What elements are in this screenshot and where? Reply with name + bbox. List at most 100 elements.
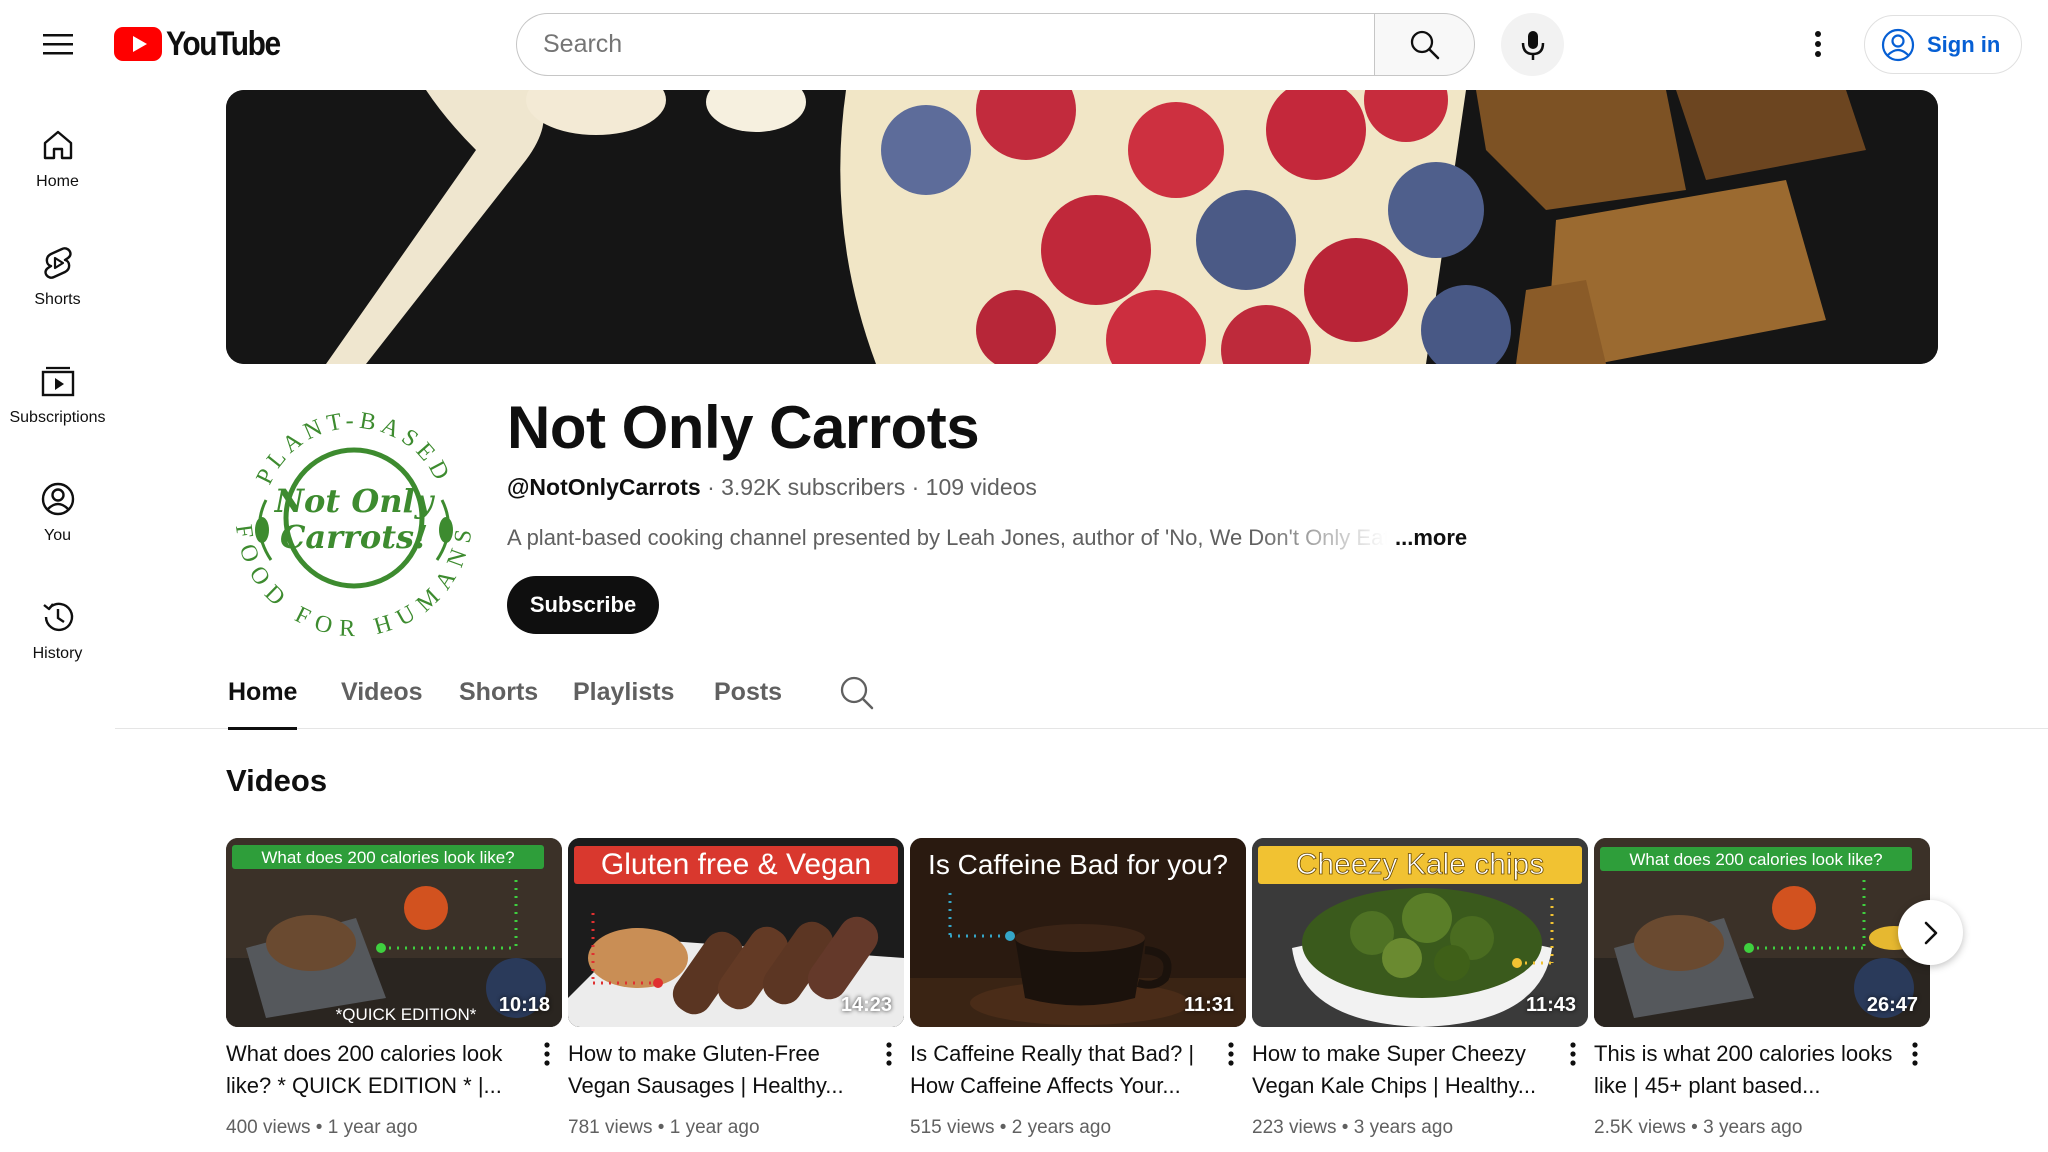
video-thumbnail[interactable]: What does 200 calories look like? 26:47 bbox=[1594, 838, 1930, 1027]
video-meta: 400 views • 1 year ago bbox=[226, 1117, 418, 1139]
video-meta: 2.5K views • 3 years ago bbox=[1594, 1117, 1802, 1139]
nav-label-history: History bbox=[32, 645, 83, 662]
channel-search-icon[interactable] bbox=[838, 674, 876, 712]
video-card[interactable]: Cheezy Kale chips 11:43 How to make Supe… bbox=[1252, 838, 1588, 1138]
tab-home[interactable]: Home bbox=[228, 656, 298, 730]
view-count: 223 views bbox=[1252, 1117, 1337, 1138]
meta-dot: • bbox=[999, 1117, 1007, 1138]
avatar-name-line2: Carrots! bbox=[280, 518, 428, 556]
channel-tabs: Home Videos Shorts Playlists Posts bbox=[115, 656, 2048, 730]
video-duration: 11:43 bbox=[1525, 994, 1576, 1016]
tab-shorts[interactable]: Shorts bbox=[459, 656, 538, 729]
thumbnail-caption: Is Caffeine Bad for you? bbox=[928, 849, 1228, 880]
avatar-name-line1: Not Only bbox=[274, 482, 436, 520]
channel-name: Not Only Carrots bbox=[507, 394, 980, 461]
thumbnail-caption: Gluten free & Vegan bbox=[601, 848, 871, 881]
view-count: 400 views bbox=[226, 1117, 311, 1138]
video-title[interactable]: Is Caffeine Really that Bad? | How Caffe… bbox=[910, 1038, 1210, 1102]
video-meta: 781 views • 1 year ago bbox=[568, 1117, 760, 1139]
thumbnail-subcaption: *QUICK EDITION* bbox=[336, 1005, 477, 1024]
sign-in-button[interactable]: Sign in bbox=[1864, 15, 2022, 74]
video-thumbnail[interactable]: What does 200 calories look like? *QUICK… bbox=[226, 838, 562, 1027]
view-count: 781 views bbox=[568, 1117, 653, 1138]
video-duration: 11:31 bbox=[1183, 994, 1234, 1016]
nav-item-home[interactable]: Home bbox=[0, 100, 115, 218]
video-thumbnail[interactable]: Cheezy Kale chips 11:43 bbox=[1252, 838, 1588, 1027]
video-title[interactable]: What does 200 calories look like? * QUIC… bbox=[226, 1038, 526, 1102]
video-meta: 515 views • 2 years ago bbox=[910, 1117, 1111, 1139]
search-box[interactable] bbox=[516, 13, 1375, 76]
video-age: 3 years ago bbox=[1703, 1117, 1803, 1138]
youtube-logo[interactable]: YouTube bbox=[114, 24, 295, 64]
subscribe-button[interactable]: Subscribe bbox=[507, 576, 659, 634]
view-count: 515 views bbox=[910, 1117, 995, 1138]
nav-item-shorts[interactable]: Shorts bbox=[0, 218, 115, 336]
view-count: 2.5K views bbox=[1594, 1117, 1686, 1138]
video-thumbnail[interactable]: Gluten free & Vegan 14:23 bbox=[568, 838, 904, 1027]
search-icon bbox=[1410, 30, 1439, 59]
youtube-play-icon bbox=[114, 27, 162, 61]
video-more-icon[interactable] bbox=[1902, 1038, 1928, 1070]
meta-dot: • bbox=[315, 1117, 323, 1138]
nav-label-shorts: Shorts bbox=[34, 291, 81, 308]
nav-label-home: Home bbox=[36, 173, 79, 190]
nav-item-subscriptions[interactable]: Subscriptions bbox=[0, 336, 115, 454]
hamburger-menu-icon[interactable] bbox=[34, 22, 82, 66]
channel-description-text: A plant-based cooking channel presented … bbox=[507, 525, 1387, 550]
video-duration: 14:23 bbox=[840, 994, 892, 1016]
meta-separator: · bbox=[707, 474, 715, 500]
tab-playlists[interactable]: Playlists bbox=[573, 656, 674, 729]
meta-dot: • bbox=[1691, 1117, 1698, 1138]
video-thumbnail[interactable]: Is Caffeine Bad for you? 11:31 bbox=[910, 838, 1246, 1027]
video-card[interactable]: Is Caffeine Bad for you? 11:31 Is Caffei… bbox=[910, 838, 1246, 1138]
youtube-wordmark: YouTube bbox=[166, 24, 281, 63]
nav-item-history[interactable]: History bbox=[0, 572, 115, 690]
video-duration: 10:18 bbox=[498, 994, 550, 1016]
settings-more-icon[interactable] bbox=[1800, 22, 1836, 66]
video-age: 1 year ago bbox=[327, 1117, 418, 1138]
meta-separator: · bbox=[911, 474, 920, 500]
video-more-icon[interactable] bbox=[1218, 1038, 1244, 1070]
meta-dot: • bbox=[657, 1117, 665, 1138]
shelf-next-button[interactable] bbox=[1898, 900, 1963, 965]
thumbnail-caption: What does 200 calories look like? bbox=[261, 848, 514, 867]
voice-search-button[interactable] bbox=[1501, 13, 1564, 76]
video-age: 3 years ago bbox=[1353, 1117, 1454, 1138]
channel-banner bbox=[226, 90, 1938, 364]
search-button[interactable] bbox=[1374, 13, 1475, 76]
video-title[interactable]: This is what 200 calories looks like | 4… bbox=[1594, 1038, 1894, 1102]
nav-label-subscriptions: Subscriptions bbox=[9, 409, 106, 426]
thumbnail-caption: What does 200 calories look like? bbox=[1629, 850, 1882, 869]
channel-meta: @NotOnlyCarrots · 3.92K subscribers · 10… bbox=[507, 474, 1037, 501]
side-navigation: Home Shorts Subscriptions You History bbox=[0, 100, 115, 690]
video-meta: 223 views • 3 years ago bbox=[1252, 1117, 1453, 1139]
you-icon bbox=[41, 482, 74, 516]
video-duration: 26:47 bbox=[1866, 994, 1918, 1016]
video-age: 2 years ago bbox=[1011, 1117, 1112, 1138]
microphone-icon bbox=[1521, 30, 1544, 60]
more-link[interactable]: ...more bbox=[1395, 525, 1467, 551]
video-more-icon[interactable] bbox=[534, 1038, 560, 1070]
home-icon bbox=[43, 130, 72, 160]
video-more-icon[interactable] bbox=[1560, 1038, 1586, 1070]
video-card[interactable]: Gluten free & Vegan 14:23 How to make Gl… bbox=[568, 838, 904, 1138]
video-age: 1 year ago bbox=[669, 1117, 760, 1138]
channel-avatar: PLANT-BASED FOOD FOR HUMANS Not Only Car… bbox=[226, 390, 482, 646]
search-input[interactable] bbox=[543, 30, 1375, 59]
tab-posts[interactable]: Posts bbox=[714, 656, 782, 729]
channel-description[interactable]: A plant-based cooking channel presented … bbox=[507, 525, 1467, 551]
tab-videos[interactable]: Videos bbox=[341, 656, 423, 729]
nav-item-you[interactable]: You bbox=[0, 454, 115, 572]
video-title[interactable]: How to make Super Cheezy Vegan Kale Chip… bbox=[1252, 1038, 1552, 1102]
meta-dot: • bbox=[1341, 1117, 1349, 1138]
video-more-icon[interactable] bbox=[876, 1038, 902, 1070]
video-card[interactable]: What does 200 calories look like? *QUICK… bbox=[226, 838, 562, 1138]
video-card[interactable]: What does 200 calories look like? 26:47 … bbox=[1594, 838, 1930, 1138]
shorts-icon bbox=[43, 247, 72, 279]
chevron-right-icon bbox=[1924, 921, 1937, 944]
channel-handle: @NotOnlyCarrots bbox=[507, 474, 701, 500]
video-count: 109 videos bbox=[925, 474, 1037, 500]
section-title-videos[interactable]: Videos bbox=[226, 763, 327, 799]
thumbnail-caption: Cheezy Kale chips bbox=[1296, 848, 1544, 881]
video-title[interactable]: How to make Gluten-Free Vegan Sausages |… bbox=[568, 1038, 868, 1102]
